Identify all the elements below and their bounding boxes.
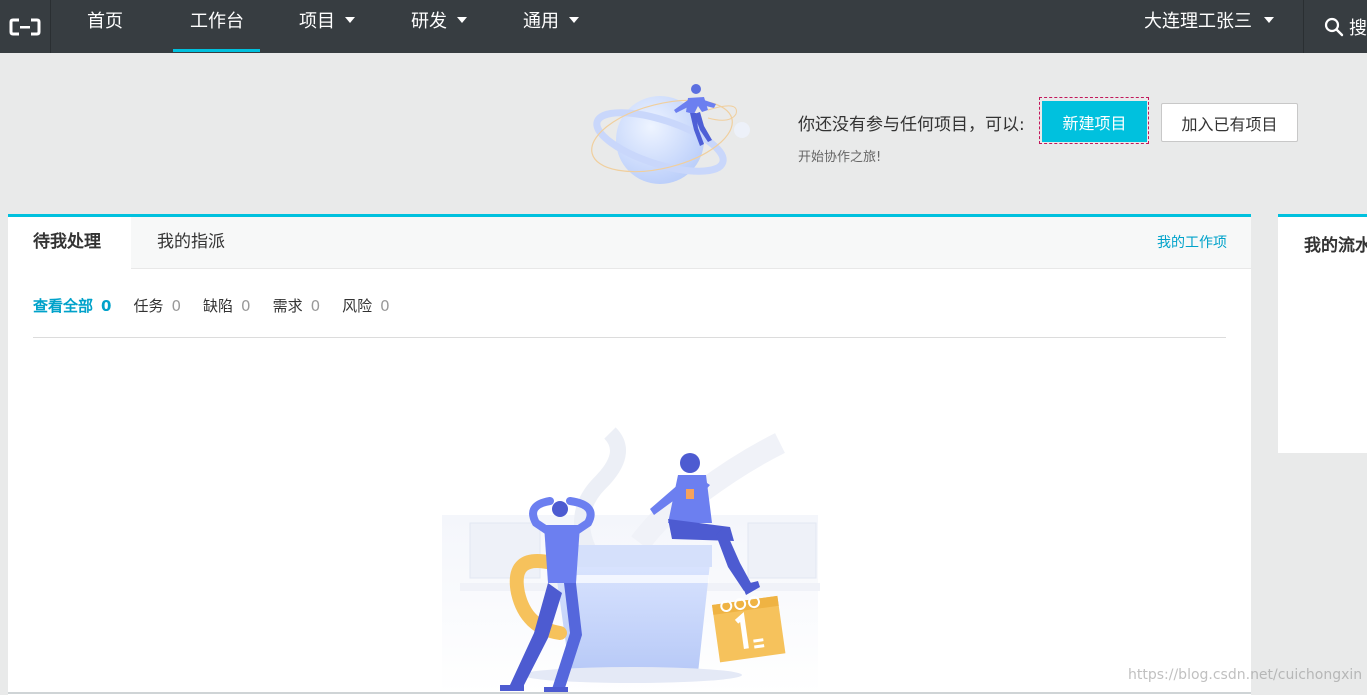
filter-risks[interactable]: 风险 0 — [342, 295, 390, 316]
new-project-button[interactable]: 新建项目 — [1042, 101, 1147, 142]
nav-home-label: 首页 — [87, 11, 123, 32]
nav-home[interactable]: 首页 — [87, 0, 123, 53]
nav-workbench[interactable]: 工作台 — [190, 0, 244, 53]
user-name: 大连理工张三 — [1144, 11, 1252, 32]
card-bottom-border — [8, 692, 1251, 694]
tab-pending[interactable]: 待我处理 — [8, 217, 131, 270]
nav-projects-label: 项目 — [299, 11, 335, 32]
filter-risks-label: 风险 — [342, 297, 373, 315]
filter-all[interactable]: 查看全部 0 — [33, 295, 111, 316]
card-header: 待我处理 我的指派 我的工作项 — [8, 217, 1251, 270]
filter-requirements-count: 0 — [310, 297, 321, 315]
filter-defects-label: 缺陷 — [203, 297, 234, 315]
tab-assigned-label: 我的指派 — [157, 232, 225, 252]
filter-tasks-label: 任务 — [133, 297, 164, 315]
tab-pending-label: 待我处理 — [33, 232, 101, 252]
caret-down-icon — [345, 17, 355, 23]
nav-development-label: 研发 — [411, 11, 447, 32]
top-navigation-bar: 首页 工作台 项目 研发 通用 大连理工张三 搜索 — [0, 0, 1367, 53]
work-items-card: 待我处理 我的指派 我的工作项 查看全部 0 任务 0 缺陷 0 需求 0 风险 0 — [8, 214, 1251, 695]
filter-requirements-label: 需求 — [272, 297, 303, 315]
astronaut-planet-illustration — [591, 84, 750, 184]
pipeline-card: 我的流水线 — [1278, 214, 1367, 453]
search-label: 搜索 — [1349, 17, 1367, 39]
user-menu[interactable]: 大连理工张三 — [1144, 0, 1274, 53]
filter-all-label: 查看全部 — [33, 297, 94, 315]
caret-down-icon — [457, 17, 467, 23]
filter-defects[interactable]: 缺陷 0 — [203, 295, 251, 316]
filter-bar: 查看全部 0 任务 0 缺陷 0 需求 0 风险 0 — [33, 295, 412, 316]
filter-requirements[interactable]: 需求 0 — [273, 295, 321, 316]
filter-divider — [33, 337, 1226, 338]
search-icon — [1324, 17, 1344, 36]
filter-all-count: 0 — [101, 297, 112, 315]
nav-general-label: 通用 — [523, 11, 559, 32]
search-button[interactable]: 搜索 — [1303, 0, 1367, 53]
join-project-button[interactable]: 加入已有项目 — [1161, 103, 1298, 142]
nav-workbench-label: 工作台 — [190, 11, 244, 32]
no-project-message: 你还没有参与任何项目，可以: — [798, 115, 1025, 135]
caret-down-icon — [1264, 17, 1274, 23]
filter-tasks-count: 0 — [171, 297, 182, 315]
empty-state-coffee-illustration — [442, 427, 820, 695]
collaboration-hint: 开始协作之旅! — [798, 150, 882, 165]
nav-active-indicator — [173, 49, 260, 52]
watermark: https://blog.csdn.net/cuichongxin — [1128, 667, 1363, 683]
aliyun-logo-icon[interactable] — [0, 0, 51, 53]
nav-projects[interactable]: 项目 — [299, 0, 355, 53]
nav-development[interactable]: 研发 — [411, 0, 467, 53]
pipeline-card-title: 我的流水线 — [1304, 236, 1367, 256]
filter-tasks[interactable]: 任务 0 — [133, 295, 181, 316]
filter-defects-count: 0 — [241, 297, 251, 315]
filter-risks-count: 0 — [380, 297, 390, 315]
nav-general[interactable]: 通用 — [523, 0, 579, 53]
tab-assigned[interactable]: 我的指派 — [132, 217, 250, 269]
my-work-items-link[interactable]: 我的工作项 — [1157, 217, 1227, 269]
caret-down-icon — [569, 17, 579, 23]
